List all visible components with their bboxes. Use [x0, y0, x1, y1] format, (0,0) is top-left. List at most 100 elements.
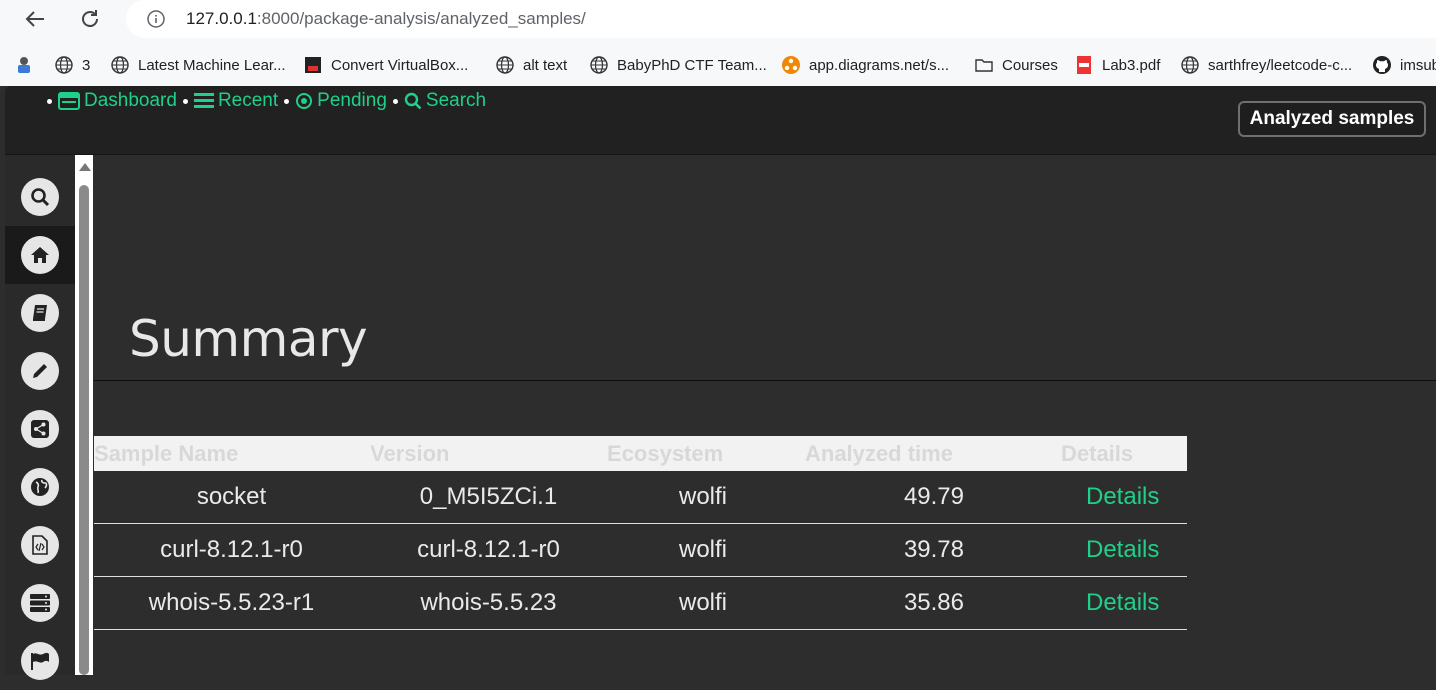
- nav-label: Dashboard: [84, 90, 177, 111]
- sample-version: 0_M5I5ZCi.1: [419, 483, 558, 510]
- sidebar-item-flag[interactable]: [5, 632, 75, 690]
- nav-dashboard[interactable]: Dashboard: [58, 90, 177, 112]
- bookmark-label: imsub: [1400, 56, 1436, 74]
- details-link[interactable]: Details: [1086, 577, 1166, 629]
- details-link[interactable]: Details: [1086, 524, 1166, 576]
- address-bar[interactable]: 127.0.0.1:8000/package-analysis/analyzed…: [126, 0, 1436, 38]
- column-header: Sample Name: [94, 441, 239, 466]
- sample-version: curl-8.12.1-r0: [417, 536, 560, 563]
- analyzed-time: 49.79: [903, 483, 964, 510]
- globe-icon: [495, 55, 515, 75]
- nav-pending[interactable]: Pending: [295, 90, 387, 112]
- top-nav: Dashboard Recent Pending Search: [45, 88, 490, 114]
- nav-recent[interactable]: Recent: [193, 90, 279, 112]
- url-text[interactable]: 127.0.0.1:8000/package-analysis/analyzed…: [186, 9, 586, 29]
- bookmarks-bar: 3 Latest Machine Lear... Convert Virtual…: [0, 50, 1436, 80]
- bookmark-label: alt text: [523, 56, 568, 74]
- extension-icon[interactable]: [14, 50, 34, 80]
- divider: [94, 380, 1436, 381]
- table-row: curl-8.12.1-r0 curl-8.12.1-r0 wolfi 39.7…: [94, 524, 1187, 577]
- sample-name: curl-8.12.1-r0: [160, 536, 303, 563]
- sample-name: socket: [196, 483, 267, 510]
- reload-button[interactable]: [75, 4, 105, 34]
- dashboard-icon: [58, 92, 80, 110]
- sidebar-item-source[interactable]: [5, 516, 75, 574]
- bookmark-label: sarthfrey/leetcode-c...: [1208, 56, 1353, 74]
- bookmark-item[interactable]: app.diagrams.net/s...: [781, 50, 949, 80]
- nav-label: Search: [425, 90, 487, 111]
- sample-name: whois-5.5.23-r1: [148, 589, 315, 616]
- globe-icon: [1180, 55, 1200, 75]
- sidebar-item-network[interactable]: [5, 458, 75, 516]
- bookmark-item[interactable]: sarthfrey/leetcode-c...: [1180, 50, 1352, 80]
- bookmark-label: Courses: [1002, 56, 1058, 74]
- column-header: Version: [370, 441, 450, 466]
- nav-search[interactable]: Search: [404, 90, 486, 112]
- globe-icon: [54, 55, 74, 75]
- info-icon[interactable]: [146, 9, 166, 29]
- list-icon: [193, 93, 214, 108]
- url-host: 127.0.0.1: [186, 9, 257, 28]
- bookmark-item[interactable]: alt text: [495, 50, 567, 80]
- sample-ecosystem: wolfi: [679, 589, 728, 616]
- bullet: [284, 98, 290, 104]
- bookmark-label: 3: [82, 56, 91, 74]
- scroll-up-arrow-icon[interactable]: [79, 163, 91, 171]
- sidebar-item-edit[interactable]: [5, 342, 75, 400]
- bookmark-item[interactable]: BabyPhD CTF Team...: [589, 50, 767, 80]
- globe-icon: [589, 55, 609, 75]
- details-link[interactable]: Details: [1086, 471, 1166, 523]
- scroll-thumb[interactable]: [79, 185, 89, 675]
- sample-ecosystem: wolfi: [679, 536, 728, 563]
- dot-circle-icon: [296, 93, 313, 109]
- search-icon: [31, 188, 50, 207]
- nav-label: Pending: [317, 90, 387, 111]
- sample-version: whois-5.5.23: [420, 589, 557, 616]
- analyzed-time: 39.78: [903, 536, 964, 563]
- reload-icon: [82, 10, 98, 27]
- sidebar-item-docs[interactable]: [5, 284, 75, 342]
- folder-icon: [974, 55, 994, 75]
- table-header: Sample Name Version Ecosystem Analyzed t…: [94, 436, 1187, 471]
- pdf-icon: [1074, 55, 1094, 75]
- url-path: :8000/package-analysis/analyzed_samples/: [256, 9, 586, 28]
- bookmark-label: BabyPhD CTF Team...: [617, 56, 767, 74]
- bookmark-item[interactable]: imsub: [1372, 50, 1436, 80]
- bookmark-label: Lab3.pdf: [1102, 56, 1161, 74]
- home-icon: [31, 247, 49, 263]
- bullet: [182, 98, 188, 104]
- flag-icon: [31, 652, 49, 670]
- app-window: Dashboard Recent Pending Search Analyzed…: [5, 86, 1436, 680]
- bookmark-item[interactable]: Latest Machine Lear...: [110, 50, 286, 80]
- bookmark-label: Latest Machine Lear...: [138, 56, 286, 74]
- analyzed-samples-button[interactable]: Analyzed samples: [1238, 101, 1426, 137]
- bullet: [392, 98, 398, 104]
- sidebar-item-share[interactable]: [5, 400, 75, 458]
- column-header: Analyzed time: [805, 441, 953, 466]
- lock-person-icon: [18, 57, 30, 73]
- sidebar-item-home[interactable]: [5, 226, 75, 284]
- bookmark-label: Convert VirtualBox...: [331, 56, 469, 74]
- site-icon: [303, 55, 323, 75]
- back-button[interactable]: [20, 4, 50, 34]
- samples-table: Sample Name Version Ecosystem Analyzed t…: [94, 436, 1187, 630]
- page-title: Summary: [129, 310, 368, 368]
- bookmark-item[interactable]: Lab3.pdf: [1074, 50, 1160, 80]
- column-header: Ecosystem: [607, 441, 724, 466]
- sidebar-item-servers[interactable]: [5, 574, 75, 632]
- app-header: Dashboard Recent Pending Search Analyzed…: [5, 86, 1436, 155]
- share-icon: [31, 420, 49, 438]
- sample-ecosystem: wolfi: [679, 483, 728, 510]
- nav-label: Recent: [217, 90, 279, 111]
- bookmark-item[interactable]: Courses: [974, 50, 1058, 80]
- bookmark-item[interactable]: 3: [54, 50, 90, 80]
- table-row: socket 0_M5I5ZCi.1 wolfi 49.79 Details: [94, 471, 1187, 524]
- bookmark-item[interactable]: Convert VirtualBox...: [303, 50, 468, 80]
- globe-icon: [31, 478, 49, 496]
- book-icon: [33, 305, 47, 321]
- sidebar-scrollbar[interactable]: [75, 155, 93, 675]
- sidebar-item-search[interactable]: [5, 168, 75, 226]
- pencil-icon: [33, 364, 47, 378]
- github-icon: [1372, 55, 1392, 75]
- search-icon: [404, 92, 422, 110]
